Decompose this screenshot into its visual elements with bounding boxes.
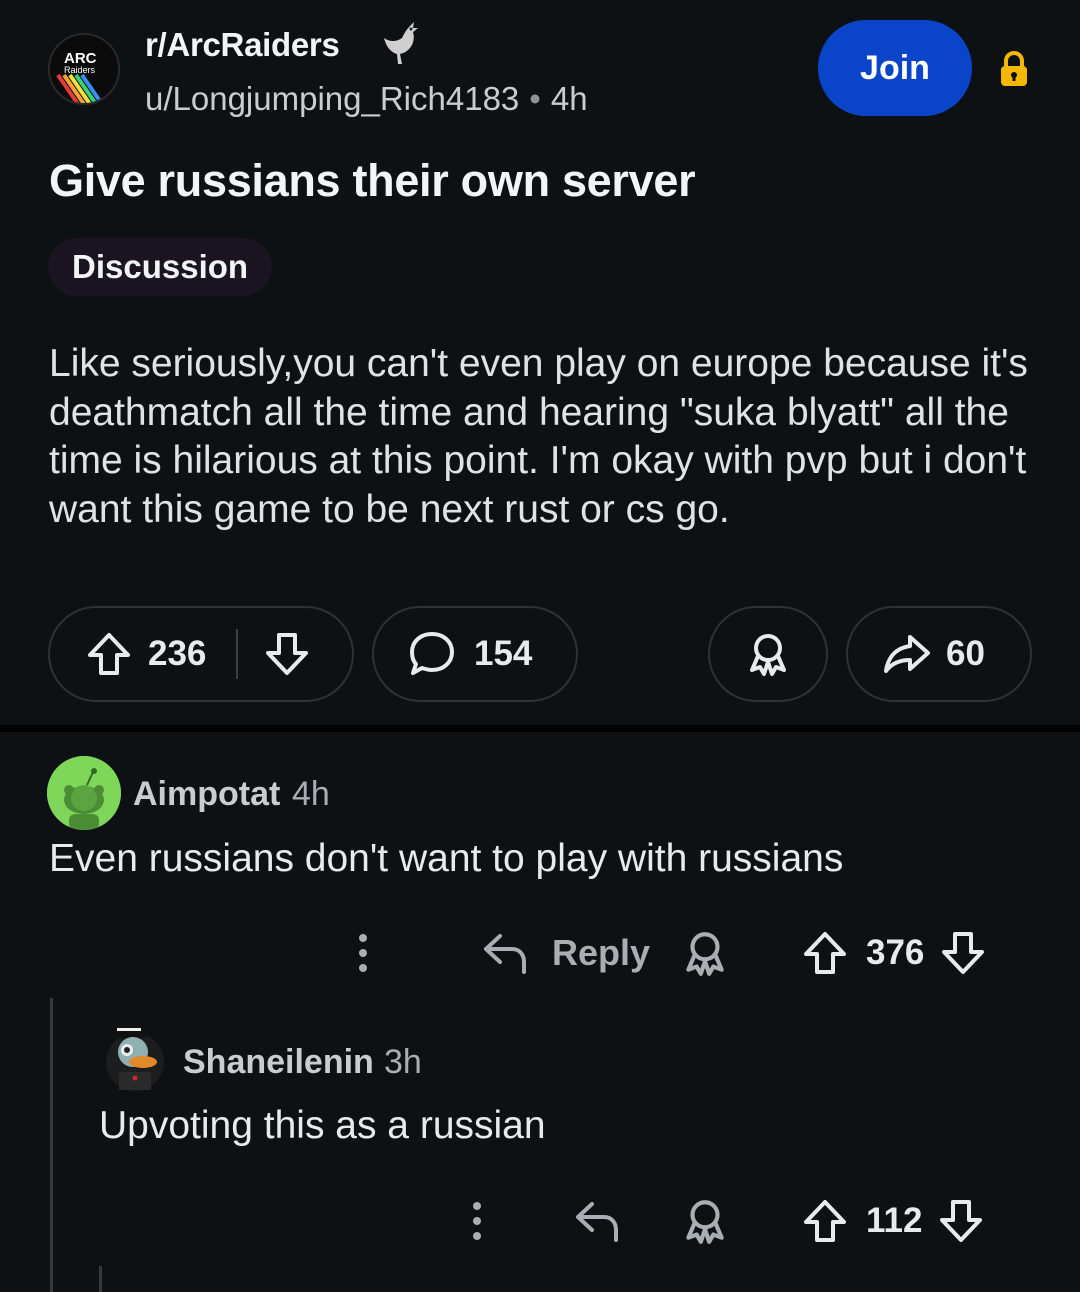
award-icon[interactable]	[680, 1196, 730, 1246]
reply-label: Reply	[552, 932, 651, 973]
subreddit-avatar[interactable]: ARC Raiders	[48, 33, 120, 105]
upvote-icon[interactable]	[84, 629, 134, 679]
post-upvote-count: 236	[148, 634, 207, 673]
section-divider	[0, 725, 1080, 732]
post-title[interactable]: Give russians their own server	[49, 155, 696, 207]
post-vote-bar: 236	[48, 606, 354, 702]
upvote-icon[interactable]	[800, 928, 850, 978]
comment-vote-count: 376	[866, 933, 925, 972]
vote-divider	[236, 629, 239, 679]
post-flair[interactable]: Discussion	[48, 238, 273, 296]
thread-line[interactable]	[99, 1266, 102, 1292]
comment-author[interactable]: Aimpotat	[133, 775, 280, 814]
comment-text[interactable]: Even russians don't want to play with ru…	[49, 837, 843, 881]
award-icon	[744, 630, 792, 678]
avatar[interactable]	[103, 1012, 167, 1092]
comment-time: 4h	[292, 775, 330, 813]
post-time: 4h	[550, 80, 588, 117]
more-icon	[353, 928, 373, 978]
svg-text:Raiders: Raiders	[64, 65, 96, 75]
downvote-icon[interactable]	[936, 1196, 986, 1246]
join-button[interactable]: Join	[818, 20, 972, 116]
comment-icon	[406, 628, 458, 680]
more-options-button[interactable]	[353, 928, 373, 978]
reply-icon[interactable]	[572, 1196, 622, 1246]
more-icon	[467, 1196, 487, 1246]
avatar[interactable]	[47, 756, 121, 830]
more-options-button[interactable]	[467, 1196, 487, 1246]
share-icon	[882, 629, 932, 679]
comment-time: 3h	[384, 1043, 422, 1081]
subreddit-name[interactable]: r/ArcRaiders	[145, 26, 340, 64]
award-icon[interactable]	[680, 928, 730, 978]
comment-vote-count: 112	[866, 1201, 923, 1240]
share-button[interactable]: 60	[846, 606, 1032, 702]
post-author-line: u/Longjumping_Rich4183 • 4h	[145, 80, 588, 118]
downvote-icon[interactable]	[262, 629, 312, 679]
meta-separator: •	[529, 80, 541, 117]
post-author[interactable]: u/Longjumping_Rich4183	[145, 80, 519, 117]
lock-icon	[996, 50, 1032, 88]
rooster-flair-icon	[380, 20, 420, 68]
comment-author[interactable]: Shaneilenin	[183, 1043, 374, 1082]
reply-icon	[480, 928, 530, 978]
thread-line[interactable]	[50, 998, 53, 1292]
reply-button[interactable]: Reply	[458, 928, 650, 978]
award-button[interactable]	[708, 606, 828, 702]
comments-button[interactable]: 154	[372, 606, 578, 702]
upvote-icon[interactable]	[800, 1196, 850, 1246]
downvote-icon[interactable]	[938, 928, 988, 978]
post-body[interactable]: Like seriously,you can't even play on eu…	[49, 340, 1039, 534]
comment-count: 154	[474, 634, 533, 673]
comment-vote-bar: 112	[800, 1196, 986, 1246]
comment-vote-bar: 376	[800, 928, 988, 978]
share-count: 60	[946, 634, 985, 673]
comment-text[interactable]: Upvoting this as a russian	[99, 1104, 546, 1148]
